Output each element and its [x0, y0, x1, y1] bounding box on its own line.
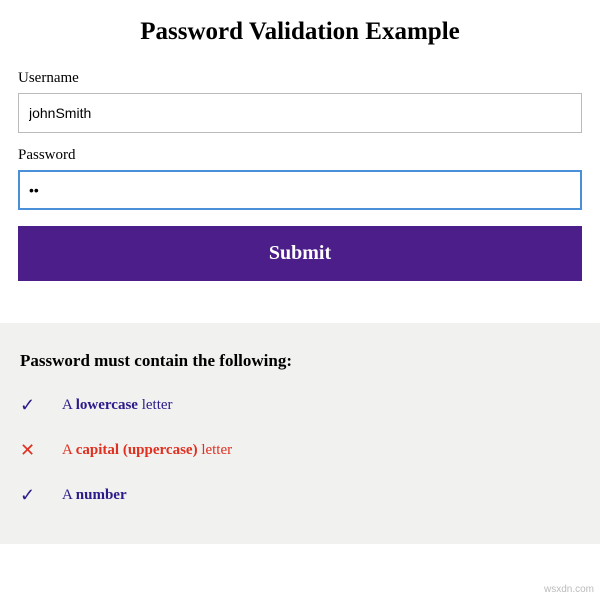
requirement-text: A lowercase letter: [62, 397, 173, 414]
password-label: Password: [18, 147, 582, 164]
check-icon: ✓: [20, 395, 34, 416]
username-label: Username: [18, 70, 582, 87]
requirements-heading: Password must contain the following:: [20, 351, 580, 371]
requirement-text: A number: [62, 487, 127, 504]
watermark: wsxdn.com: [544, 584, 594, 595]
password-input[interactable]: [18, 170, 582, 210]
requirement-text: A capital (uppercase) letter: [62, 442, 232, 459]
cross-icon: ✕: [20, 440, 34, 461]
requirement-lowercase: ✓ A lowercase letter: [20, 395, 580, 416]
page-title: Password Validation Example: [18, 18, 582, 46]
submit-button[interactable]: Submit: [18, 226, 582, 281]
password-requirements-panel: Password must contain the following: ✓ A…: [0, 323, 600, 544]
requirement-uppercase: ✕ A capital (uppercase) letter: [20, 440, 580, 461]
username-input[interactable]: [18, 93, 582, 133]
requirement-number: ✓ A number: [20, 485, 580, 506]
check-icon: ✓: [20, 485, 34, 506]
